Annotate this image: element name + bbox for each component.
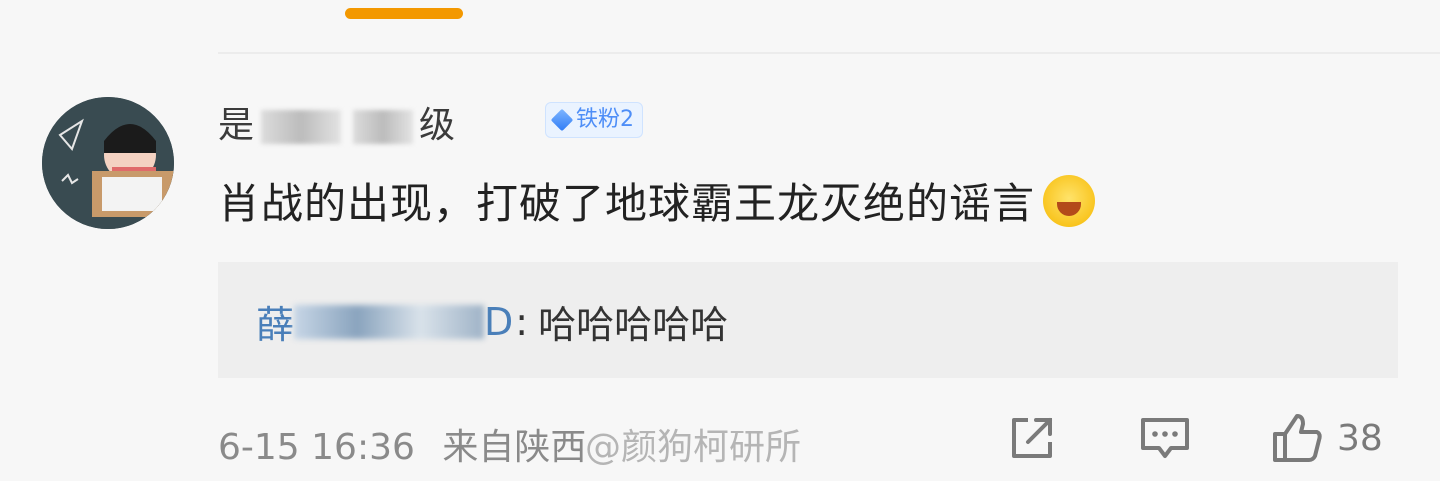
watermark: @颜狗柯研所	[585, 427, 802, 468]
avatar[interactable]	[42, 97, 174, 229]
fan-badge-label: 铁粉2	[576, 107, 634, 132]
reply-username[interactable]: 薛 D	[256, 294, 513, 349]
avatar-image	[42, 97, 174, 229]
divider	[218, 52, 1440, 54]
reply-line: 薛 D : 哈哈哈哈哈	[256, 294, 728, 349]
diamond-icon	[550, 108, 574, 132]
username-redaction	[261, 110, 342, 144]
comment-text: 肖战的出现，打破了地球霸王龙灭绝的谣言	[218, 179, 1036, 228]
comment-button[interactable]	[1139, 412, 1191, 464]
share-icon	[1012, 418, 1052, 458]
timestamp: 6-15 16:36	[218, 427, 415, 468]
like-button[interactable]: 38	[1271, 412, 1383, 464]
like-count: 38	[1337, 417, 1383, 459]
share-button[interactable]	[1006, 412, 1058, 464]
comment-username[interactable]: 是级	[218, 96, 456, 148]
reply-preview[interactable]: 薛 D : 哈哈哈哈哈	[218, 262, 1398, 378]
active-tab-indicator	[345, 8, 463, 19]
username-suffix: 级	[419, 105, 457, 146]
username-redaction	[353, 110, 414, 144]
username-prefix: 是	[218, 105, 256, 146]
thumbs-up-icon	[1273, 414, 1322, 462]
comment-text-row: 肖战的出现，打破了地球霸王龙灭绝的谣言	[218, 170, 1096, 231]
comment-meta: 6-15 16:36 来自陕西	[218, 418, 586, 470]
fan-badge[interactable]: 铁粉2	[545, 102, 643, 138]
laughing-face-emoji-icon	[1043, 174, 1096, 227]
reply-name-redaction	[294, 304, 485, 339]
reply-name-prefix: 薛	[256, 303, 295, 347]
location: 来自陕西	[442, 427, 587, 468]
comment-icon	[1141, 418, 1189, 458]
reply-text: 哈哈哈哈哈	[538, 303, 729, 347]
reply-separator: :	[515, 299, 529, 344]
reply-name-suffix: D	[484, 299, 514, 344]
